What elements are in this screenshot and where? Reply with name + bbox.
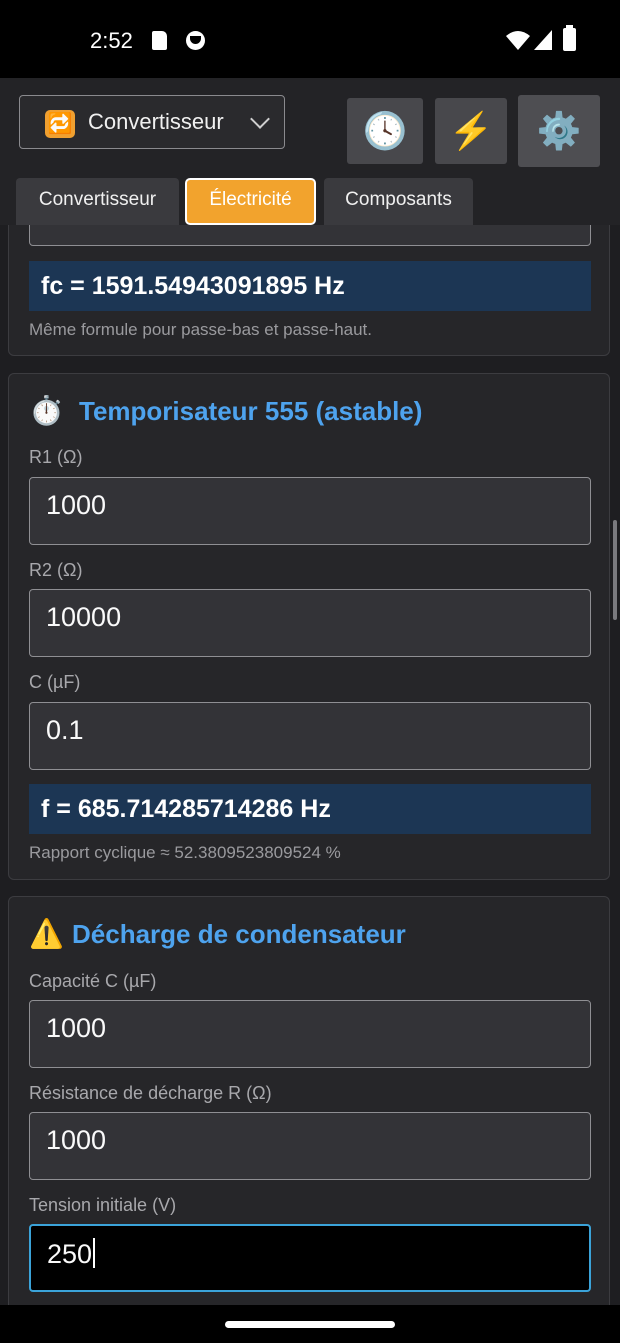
notification-face-icon bbox=[186, 31, 205, 50]
home-gesture-handle[interactable] bbox=[225, 1321, 395, 1328]
filter-result: fc = 1591.54943091895 Hz bbox=[29, 261, 591, 311]
sd-card-icon bbox=[152, 31, 167, 50]
initial-voltage-input[interactable]: 250 bbox=[29, 1224, 591, 1292]
filter-note: Même formule pour passe-bas et passe-hau… bbox=[29, 320, 373, 339]
initial-voltage-value: 250 bbox=[47, 1239, 93, 1269]
mode-select[interactable]: 🔁 Convertisseur bbox=[19, 95, 285, 149]
status-bar: 2:52 bbox=[0, 0, 620, 78]
r2-label: R2 (Ω) bbox=[29, 560, 83, 580]
battery-icon bbox=[563, 25, 576, 51]
chevron-down-icon bbox=[250, 109, 270, 129]
stopwatch-icon: ⏱️ bbox=[29, 395, 64, 426]
clock-icon: 🕓 bbox=[362, 110, 408, 151]
discharge-resistance-label: Résistance de décharge R (Ω) bbox=[29, 1083, 272, 1103]
tab-electricite[interactable]: Électricité bbox=[185, 178, 316, 225]
mode-select-label: Convertisseur bbox=[88, 109, 224, 134]
scrollbar[interactable] bbox=[613, 520, 617, 620]
capacitor-discharge-card: ⚠️ Décharge de condensateur Capacité C (… bbox=[8, 896, 610, 1305]
status-time: 2:52 bbox=[90, 28, 133, 53]
filter-card: fc = 1591.54943091895 Hz Même formule po… bbox=[8, 225, 610, 356]
gear-icon: ⚙️ bbox=[536, 110, 582, 151]
text-caret bbox=[93, 1238, 96, 1268]
timer-555-title: Temporisateur 555 (astable) bbox=[79, 396, 423, 426]
convert-icon: 🔁 bbox=[45, 110, 75, 138]
capacitance-label: Capacité C (µF) bbox=[29, 971, 157, 991]
settings-button[interactable]: ⚙️ bbox=[518, 95, 600, 167]
tab-composants[interactable]: Composants bbox=[324, 178, 473, 225]
c-label: C (µF) bbox=[29, 672, 81, 692]
lightning-icon: ⚡ bbox=[448, 110, 494, 151]
warning-icon: ⚠️ bbox=[29, 918, 64, 949]
initial-voltage-label: Tension initiale (V) bbox=[29, 1195, 177, 1215]
duty-cycle-note: Rapport cyclique ≈ 52.3809523809524 % bbox=[29, 843, 341, 862]
discharge-resistance-input[interactable]: 1000 bbox=[29, 1112, 591, 1180]
tab-convertisseur[interactable]: Convertisseur bbox=[16, 178, 179, 225]
history-button[interactable]: 🕓 bbox=[347, 98, 423, 164]
power-button[interactable]: ⚡ bbox=[435, 98, 507, 164]
timer-555-result: f = 685.714285714286 Hz bbox=[29, 784, 591, 834]
r1-label: R1 (Ω) bbox=[29, 447, 83, 467]
signal-icon bbox=[534, 30, 552, 50]
filter-last-input[interactable] bbox=[29, 225, 591, 246]
main-content[interactable]: fc = 1591.54943091895 Hz Même formule po… bbox=[0, 225, 620, 1305]
capacitance-input[interactable]: 1000 bbox=[29, 1000, 591, 1068]
capacitor-discharge-title: Décharge de condensateur bbox=[72, 919, 406, 949]
timer-555-card: ⏱️ Temporisateur 555 (astable) R1 (Ω) 10… bbox=[8, 373, 610, 880]
wifi-icon bbox=[506, 31, 530, 50]
r2-input[interactable]: 10000 bbox=[29, 589, 591, 657]
r1-input[interactable]: 1000 bbox=[29, 477, 591, 545]
c-input[interactable]: 0.1 bbox=[29, 702, 591, 770]
